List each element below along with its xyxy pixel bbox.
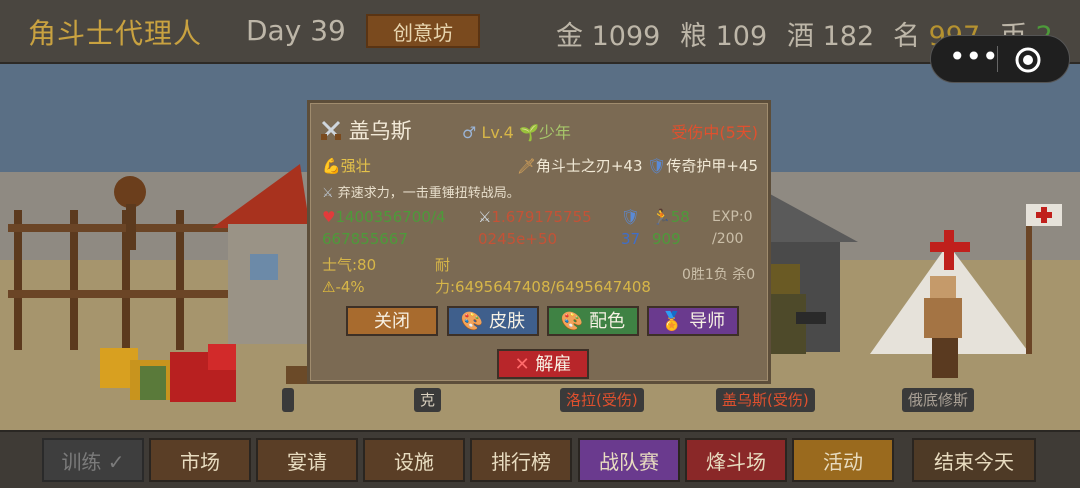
skin-label: 皮肤 bbox=[489, 311, 526, 332]
miniprogram-capsule: ••• bbox=[930, 35, 1070, 83]
color-button[interactable]: 🎨 配色 bbox=[547, 306, 639, 336]
train-button[interactable]: 训练 ✓ bbox=[42, 438, 144, 482]
feast-button[interactable]: 宴请 bbox=[256, 438, 358, 482]
palette-icon: 🎨 bbox=[460, 311, 484, 332]
gladiator-level: Lv.4 bbox=[481, 123, 514, 142]
team-battle-button[interactable]: 战队赛 bbox=[578, 438, 680, 482]
facilities-button[interactable]: 设施 bbox=[363, 438, 465, 482]
gladiator-name: 盖乌斯 bbox=[348, 119, 412, 143]
wooden-fence bbox=[8, 176, 228, 350]
morale-value: 士气:80 bbox=[322, 256, 377, 274]
close-label: 关闭 bbox=[374, 311, 410, 332]
warning-icon: ⚠ bbox=[322, 278, 336, 296]
floor-name-1[interactable] bbox=[282, 388, 294, 412]
mentor-button[interactable]: 🏅 导师 bbox=[647, 306, 739, 336]
speed-value-cont: 909 bbox=[652, 230, 681, 248]
gold-resource: 金 1099 bbox=[556, 14, 660, 53]
attack-value-cont: 0245e+50 bbox=[478, 230, 558, 248]
sword-icon: 🗡 bbox=[516, 157, 536, 175]
attack-value: 1.679175755 bbox=[491, 208, 592, 226]
exp-value: EXP:0 bbox=[712, 209, 753, 225]
bottom-nav: 训练 ✓ 市场 宴请 设施 排行榜 战队赛 烽斗场 活动 结束今天 bbox=[0, 430, 1080, 488]
description-text: 弃速求力，一击重锤扭转战局。 bbox=[337, 186, 520, 201]
floor-name-3[interactable]: 洛拉(受伤) bbox=[560, 388, 644, 412]
running-icon: 🏃 bbox=[652, 208, 671, 226]
medal-icon: 🏅 bbox=[660, 311, 684, 332]
top-bar: 角斗士代理人 Day 39 创意坊 金 1099 粮 109 酒 182 名 9… bbox=[0, 0, 1080, 64]
food-label: 粮 bbox=[680, 21, 707, 52]
ranking-button[interactable]: 排行榜 bbox=[470, 438, 572, 482]
medic-tent bbox=[870, 204, 1062, 354]
floor-name-5[interactable]: 俄底修斯 bbox=[902, 388, 975, 412]
attack-stat: ⚔1.679175755 0245e+50 bbox=[478, 206, 592, 250]
battle-record: 0胜1负 杀0 bbox=[682, 267, 756, 283]
male-icon: ♂ bbox=[462, 123, 477, 142]
gold-value: 1099 bbox=[591, 21, 661, 52]
armor-text[interactable]: 传奇护甲+45 bbox=[666, 157, 758, 175]
morale-penalty: -4% bbox=[335, 278, 365, 296]
crossed-swords-icon bbox=[321, 120, 341, 140]
sprout-icon: 🌱 bbox=[518, 123, 539, 142]
game-title: 角斗士代理人 bbox=[28, 17, 203, 50]
equipment-row: 🗡角斗士之刃+43 🛡传奇护甲+45 bbox=[517, 155, 758, 176]
stone-house bbox=[212, 164, 310, 344]
color-label: 配色 bbox=[589, 311, 626, 332]
day-counter: Day 39 bbox=[246, 14, 346, 47]
hp-value-cont: 667855667 bbox=[322, 230, 408, 248]
ellipsis-icon[interactable]: ••• bbox=[949, 43, 999, 74]
food-value: 109 bbox=[715, 21, 768, 52]
shield-icon: 🛡 bbox=[621, 208, 641, 226]
workshop-button[interactable]: 创意坊 bbox=[366, 14, 480, 48]
market-button[interactable]: 市场 bbox=[149, 438, 251, 482]
heart-icon: ♥ bbox=[322, 208, 336, 226]
wine-value: 182 bbox=[822, 21, 875, 52]
stamina-label: 耐 bbox=[435, 256, 451, 274]
hp-stat: ♥1400356700/4 667855667 bbox=[322, 206, 446, 250]
speed-value: 58 bbox=[670, 208, 690, 226]
capsule-divider bbox=[997, 46, 998, 72]
crossed-swords-icon: ⚔ bbox=[322, 186, 334, 201]
palette-icon: 🎨 bbox=[560, 311, 584, 332]
defense-stat: 🛡 37 bbox=[621, 206, 640, 250]
exp-max: /200 bbox=[712, 231, 744, 247]
skin-button[interactable]: 🎨 皮肤 bbox=[447, 306, 539, 336]
lion-creature bbox=[100, 344, 236, 402]
floor-name-2[interactable]: 克 bbox=[414, 388, 442, 412]
hp-value: 1400356700/4 bbox=[335, 208, 446, 226]
stamina-stat: 耐 力:6495647408/6495647408 bbox=[435, 254, 651, 298]
floor-name-4[interactable]: 盖乌斯(受伤) bbox=[716, 388, 815, 412]
defense-value: 37 bbox=[621, 230, 641, 248]
trait-row: 💪强壮 bbox=[322, 155, 371, 176]
exp-stat: EXP:0 /200 bbox=[712, 206, 753, 250]
gladiator-name-row: 盖乌斯 bbox=[320, 115, 412, 145]
description-row: ⚔ 弃速求力，一击重锤扭转战局。 bbox=[322, 182, 520, 201]
gladiator-age: 少年 bbox=[538, 123, 571, 142]
trait-text: 强壮 bbox=[340, 157, 371, 175]
mentor-label: 导师 bbox=[689, 311, 726, 332]
level-row: ♂ Lv.4 🌱少年 bbox=[462, 119, 571, 143]
food-resource: 粮 109 bbox=[680, 14, 767, 53]
fame-label: 名 bbox=[893, 21, 920, 52]
weapon-text[interactable]: 角斗士之刃+43 bbox=[536, 157, 643, 175]
morale-stat: 士气:80 ⚠-4% bbox=[322, 254, 376, 298]
event-button[interactable]: 活动 bbox=[792, 438, 894, 482]
muscle-icon: 💪 bbox=[322, 157, 341, 175]
speed-stat: 🏃58 909 bbox=[652, 206, 690, 250]
shield-icon: 🛡 bbox=[647, 157, 667, 175]
close-button[interactable]: 关闭 bbox=[346, 306, 438, 336]
gladiator-detail-modal: 盖乌斯 ♂ Lv.4 🌱少年 受伤中(5天) 💪强壮 🗡角斗士之刃+43 🛡传奇… bbox=[307, 100, 771, 384]
dismiss-button[interactable]: ✕ 解雇 bbox=[497, 349, 589, 379]
wine-label: 酒 bbox=[787, 21, 814, 52]
target-icon[interactable] bbox=[1014, 46, 1042, 74]
close-x-icon: ✕ bbox=[514, 354, 530, 375]
stamina-value: 力:6495647408/6495647408 bbox=[435, 278, 651, 296]
gold-label: 金 bbox=[556, 21, 583, 52]
dismiss-label: 解雇 bbox=[535, 354, 572, 375]
injury-status: 受伤中(5天) bbox=[671, 123, 758, 142]
wine-resource: 酒 182 bbox=[787, 14, 874, 53]
crossed-swords-icon: ⚔ bbox=[478, 208, 492, 226]
arena-button[interactable]: 烽斗场 bbox=[685, 438, 787, 482]
end-day-button[interactable]: 结束今天 bbox=[912, 438, 1036, 482]
